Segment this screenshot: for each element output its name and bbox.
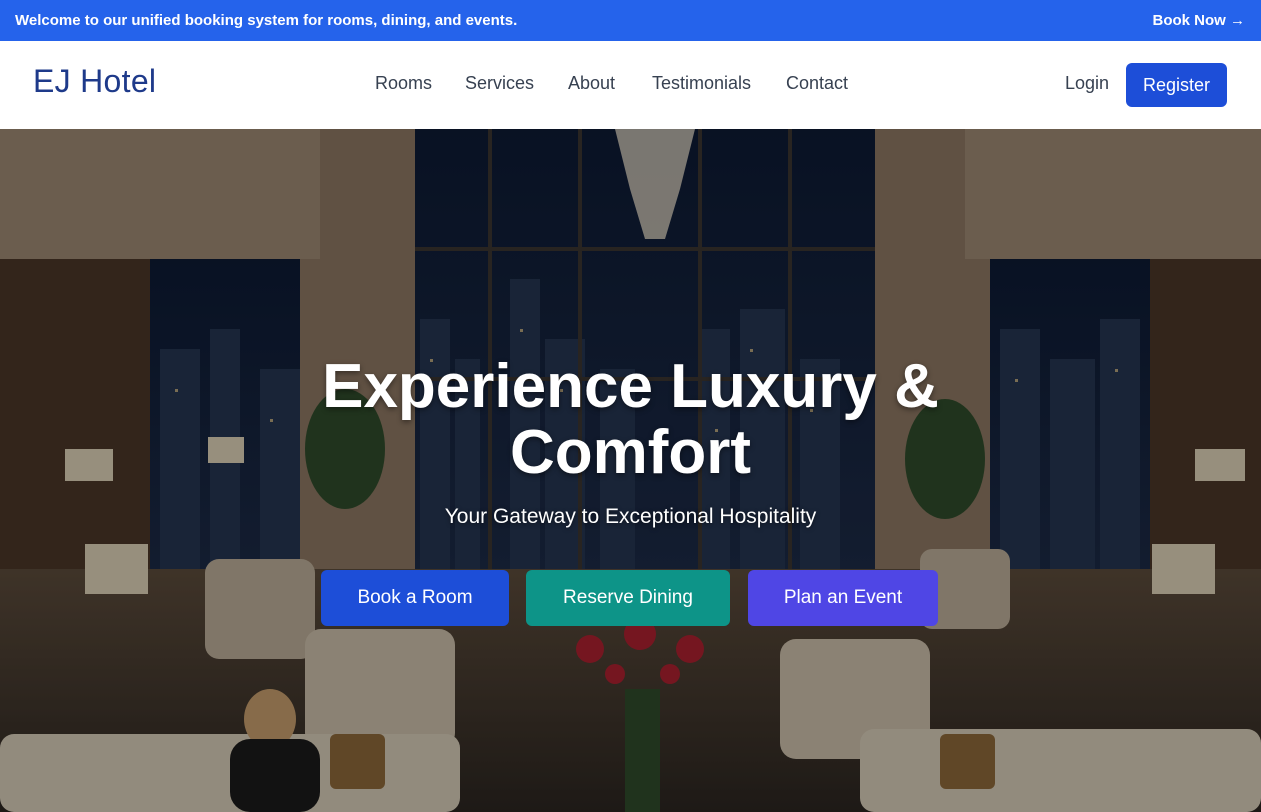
hero-title-line-2: Comfort	[509, 418, 752, 487]
hero-subtitle: Your Gateway to Exceptional Hospitality	[444, 505, 817, 528]
hero-title: Experience Luxury & Comfort	[0, 354, 1261, 486]
reserve-dining-button[interactable]: Reserve Dining	[526, 570, 730, 626]
hero-section: Experience Luxury & Comfort Your Gateway…	[0, 129, 1261, 812]
nav-link-about[interactable]: About	[568, 73, 615, 94]
nav-link-contact[interactable]: Contact	[786, 73, 848, 94]
nav-link-services[interactable]: Services	[465, 73, 534, 94]
register-button[interactable]: Register	[1126, 63, 1227, 107]
announcement-text: Welcome to our unified booking system fo…	[15, 12, 518, 29]
navbar: EJ Hotel Rooms Services About Testimonia…	[0, 41, 1261, 129]
announcement-bar: Welcome to our unified booking system fo…	[0, 0, 1261, 41]
book-now-link[interactable]: Book Now →	[1153, 12, 1246, 29]
nav-link-rooms[interactable]: Rooms	[375, 73, 432, 94]
hero-title-line-1: Experience Luxury &	[322, 352, 939, 421]
nav-link-testimonials[interactable]: Testimonials	[652, 73, 751, 94]
login-link[interactable]: Login	[1065, 73, 1109, 94]
plan-event-button[interactable]: Plan an Event	[748, 570, 938, 626]
book-room-button[interactable]: Book a Room	[321, 570, 509, 626]
